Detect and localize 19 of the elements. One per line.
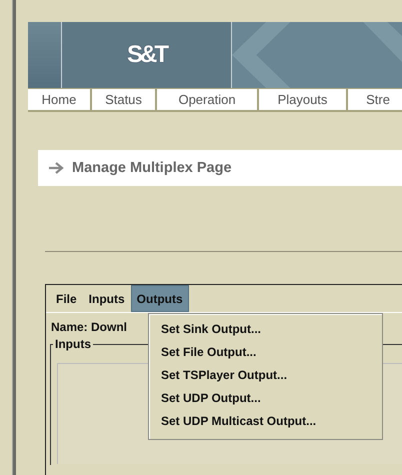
nav-tab[interactable]: Stre: [348, 89, 402, 110]
nav-tab[interactable]: Status: [92, 89, 155, 110]
logo: S&T: [127, 41, 166, 69]
menu-option[interactable]: Set UDP Output...: [149, 387, 382, 410]
arrow-icon: [48, 162, 64, 174]
menu-option[interactable]: Set UDP Multicast Output...: [149, 410, 382, 433]
banner-panel: [28, 22, 62, 88]
page-title: Manage Multiplex Page: [72, 160, 232, 176]
menu-option[interactable]: Set Sink Output...: [149, 318, 382, 341]
menu-item[interactable]: Inputs: [82, 285, 131, 312]
name-label: Name: Downl: [51, 320, 128, 334]
nav-tab[interactable]: Playouts: [259, 89, 346, 110]
menu-item[interactable]: Outputs: [130, 285, 189, 312]
group-label: Inputs: [53, 337, 93, 351]
nav-tab[interactable]: Operation: [157, 89, 257, 110]
menu-option[interactable]: Set File Output...: [149, 341, 382, 364]
nav-tab[interactable]: Home: [28, 89, 90, 110]
menu-item[interactable]: File: [50, 285, 83, 312]
menu-option[interactable]: Set TSPlayer Output...: [149, 364, 382, 387]
